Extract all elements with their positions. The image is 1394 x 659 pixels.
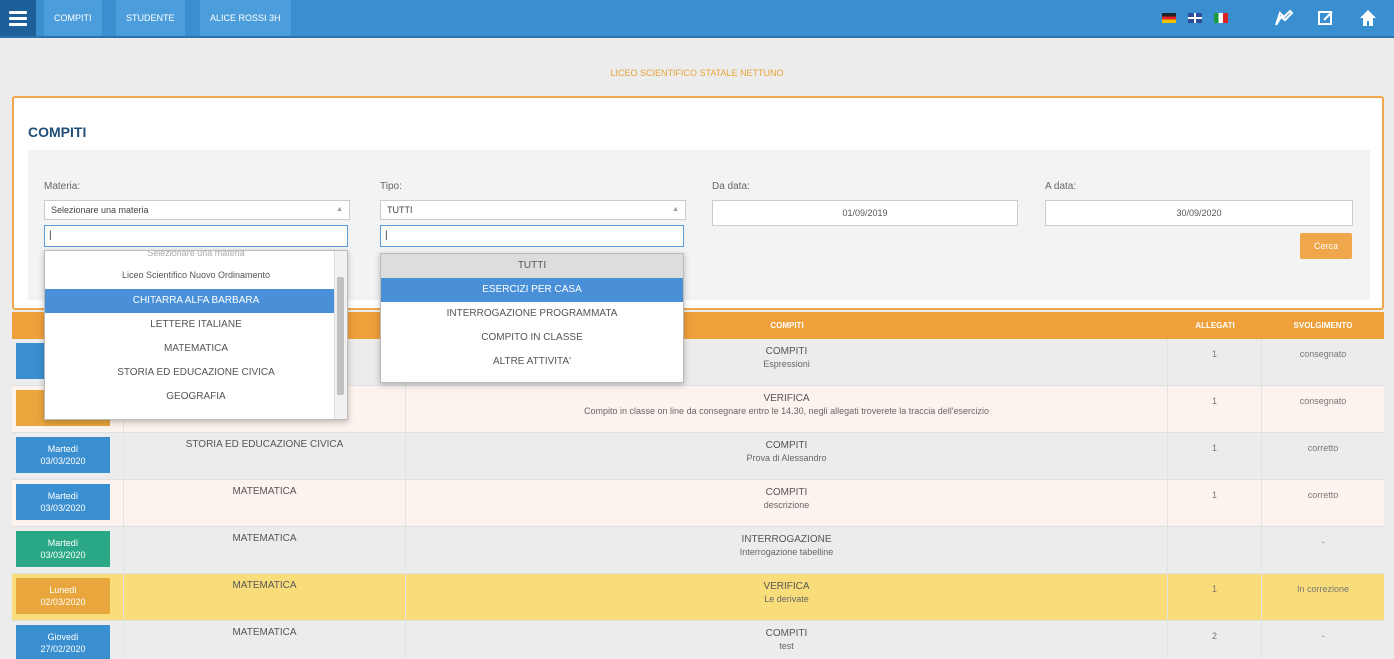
school-name: LICEO SCIENTIFICO STATALE NETTUNO bbox=[610, 68, 784, 78]
header-svolgimento: SVOLGIMENTO bbox=[1293, 321, 1353, 330]
table-row[interactable]: Martedì 03/03/2020 MATEMATICA INTERROGAZI… bbox=[12, 527, 1384, 574]
nav-crumb-student-name[interactable]: ALICE ROSSI 3H bbox=[200, 0, 291, 36]
row-status: - bbox=[1321, 631, 1325, 641]
row-compito: COMPITI descrizione bbox=[406, 480, 1168, 526]
row-status: In correzione bbox=[1296, 584, 1350, 594]
row-compito: COMPITI test bbox=[406, 621, 1168, 659]
row-subject: MATEMATICA bbox=[124, 480, 406, 526]
uk-flag-icon[interactable] bbox=[1188, 13, 1202, 23]
materia-select[interactable]: Selezionare una materia ▲ bbox=[44, 200, 350, 220]
tipo-option-highlighted[interactable]: ESERCIZI PER CASA bbox=[381, 278, 683, 302]
tipo-select[interactable]: TUTTI ▲ bbox=[380, 200, 686, 220]
row-compito: INTERROGAZIONE Interrogazione tabelline bbox=[406, 527, 1168, 573]
date-badge: Martedì 03/03/2020 bbox=[16, 484, 110, 520]
materia-option-highlighted[interactable]: CHITARRA ALFA BARBARA bbox=[45, 289, 347, 313]
home-icon[interactable] bbox=[1350, 0, 1386, 36]
row-allegati[interactable]: 2 bbox=[1168, 621, 1262, 659]
edit-icon[interactable] bbox=[1308, 0, 1344, 36]
materia-option[interactable]: GEOGRAFIA bbox=[45, 385, 347, 409]
scrollbar-thumb[interactable] bbox=[337, 277, 344, 395]
table-row[interactable]: Giovedì 27/02/2020 MATEMATICA COMPITI test… bbox=[12, 621, 1384, 659]
row-subject: MATEMATICA bbox=[124, 574, 406, 620]
row-allegati[interactable]: 1 bbox=[1168, 574, 1262, 620]
top-nav-bar: COMPITI STUDENTE ALICE ROSSI 3H bbox=[0, 0, 1394, 38]
materia-dropdown-list: Selezionare una materia Liceo Scientific… bbox=[44, 250, 348, 420]
a-data-input[interactable]: 30/09/2020 bbox=[1045, 200, 1353, 226]
row-compito: COMPITI Prova di Alessandro bbox=[406, 433, 1168, 479]
row-status: - bbox=[1321, 537, 1325, 547]
search-button[interactable]: Cerca bbox=[1300, 233, 1352, 259]
nav-crumb-compiti[interactable]: COMPITI bbox=[44, 0, 102, 36]
table-row[interactable]: Martedì 03/03/2020 STORIA ED EDUCAZIONE C… bbox=[12, 433, 1384, 480]
tipo-label: Tipo: bbox=[380, 181, 402, 192]
page-title: COMPITI bbox=[28, 124, 87, 140]
tipo-option[interactable]: COMPITO IN CLASSE bbox=[381, 326, 683, 350]
row-status: corretto bbox=[1307, 490, 1339, 500]
materia-select-value: Selezionare una materia bbox=[51, 205, 149, 215]
header-allegati: ALLEGATI bbox=[1195, 321, 1235, 330]
materia-option[interactable]: LETTERE ITALIANE bbox=[45, 313, 347, 337]
materia-search-input[interactable]: | bbox=[44, 225, 348, 247]
date-badge: Martedì 03/03/2020 bbox=[16, 437, 110, 473]
row-allegati[interactable]: 1 bbox=[1168, 386, 1262, 432]
tipo-option[interactable]: INTERROGAZIONE PROGRAMMATA bbox=[381, 302, 683, 326]
row-subject: STORIA ED EDUCAZIONE CIVICA bbox=[124, 433, 406, 479]
it-flag-icon[interactable] bbox=[1214, 13, 1228, 23]
materia-label: Materia: bbox=[44, 181, 81, 192]
de-flag-icon[interactable] bbox=[1162, 13, 1176, 23]
tipo-option[interactable]: ALTRE ATTIVITA' bbox=[381, 350, 683, 374]
date-badge: Lunedì 02/03/2020 bbox=[16, 578, 110, 614]
menu-icon[interactable] bbox=[0, 0, 36, 36]
materia-option[interactable]: MATEMATICA bbox=[45, 337, 347, 361]
nav-crumb-studente[interactable]: STUDENTE bbox=[116, 0, 185, 36]
table-row[interactable]: Lunedì 02/03/2020 MATEMATICA VERIFICA Le d… bbox=[12, 574, 1384, 621]
da-data-label: Da data: bbox=[712, 181, 750, 192]
row-allegati[interactable]: 1 bbox=[1168, 480, 1262, 526]
tipo-option-selected[interactable]: TUTTI bbox=[381, 254, 683, 278]
table-row[interactable]: Martedì 03/03/2020 MATEMATICA COMPITI desc… bbox=[12, 480, 1384, 527]
date-badge: Martedì 03/03/2020 bbox=[16, 531, 110, 567]
row-allegati[interactable]: 1 bbox=[1168, 433, 1262, 479]
tipo-search-input[interactable]: | bbox=[380, 225, 684, 247]
notes-icon[interactable] bbox=[1266, 0, 1302, 36]
chevron-up-icon: ▲ bbox=[672, 206, 679, 213]
row-status: consegnato bbox=[1299, 396, 1347, 406]
row-status: consegnato bbox=[1299, 349, 1347, 359]
materia-option[interactable]: Liceo Scientifico Nuovo Ordinamento bbox=[45, 263, 347, 289]
materia-option[interactable]: Selezionare una materia bbox=[45, 251, 347, 263]
a-data-label: A data: bbox=[1045, 181, 1077, 192]
chevron-down-icon: ▲ bbox=[336, 206, 343, 213]
tipo-select-value: TUTTI bbox=[387, 205, 413, 215]
row-status: corretto bbox=[1307, 443, 1339, 453]
row-compito: VERIFICA Le derivate bbox=[406, 574, 1168, 620]
row-compito: VERIFICA Compito in classe on line da con… bbox=[406, 386, 1168, 432]
row-subject: MATEMATICA bbox=[124, 527, 406, 573]
materia-scrollbar[interactable] bbox=[334, 251, 347, 419]
row-subject: MATEMATICA bbox=[124, 621, 406, 659]
materia-option[interactable]: STORIA ED EDUCAZIONE CIVICA bbox=[45, 361, 347, 385]
date-badge: Giovedì 27/02/2020 bbox=[16, 625, 110, 659]
da-data-input[interactable]: 01/09/2019 bbox=[712, 200, 1018, 226]
tipo-dropdown-list: TUTTI ESERCIZI PER CASA INTERROGAZIONE P… bbox=[380, 253, 684, 383]
row-allegati[interactable]: 1 bbox=[1168, 339, 1262, 385]
row-allegati[interactable] bbox=[1168, 527, 1262, 573]
